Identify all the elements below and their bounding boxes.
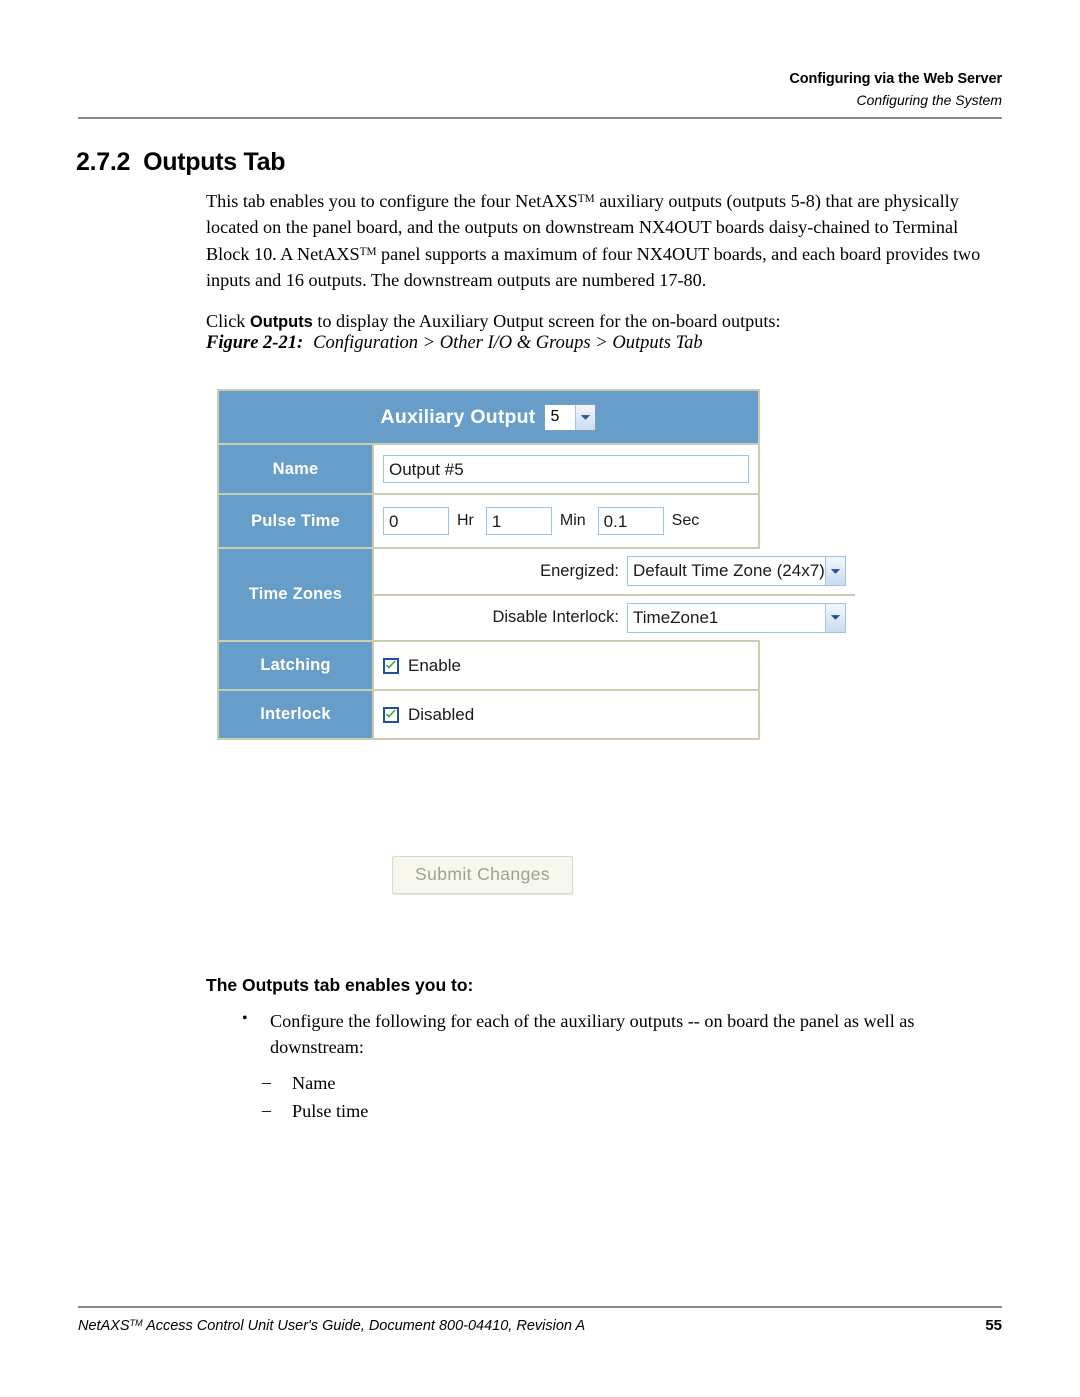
row-value-latching: Enable: [372, 642, 758, 689]
section-number: 2.7.2: [76, 148, 131, 176]
trademark-symbol: TM: [129, 1317, 143, 1328]
row-time-zones: Time Zones Energized: Default Time Zone …: [219, 547, 855, 640]
row-value-name: Output #5: [372, 445, 758, 493]
page-number: 55: [985, 1317, 1002, 1334]
lower-lead: The Outputs tab enables you to:: [206, 975, 474, 995]
row-pulse-time: Pulse Time 0 Hr 1 Min 0.1 Sec: [219, 493, 758, 547]
figure-screenshot: Auxiliary Output 5 Name Output #5 Pulse …: [217, 389, 855, 740]
latching-checkbox[interactable]: [383, 657, 399, 674]
pulse-minutes-unit: Min: [559, 512, 586, 529]
disable-interlock-select[interactable]: TimeZone1: [627, 602, 846, 633]
row-value-time-zones: Energized: Default Time Zone (24x7) Disa…: [372, 549, 855, 640]
disable-interlock-value: TimeZone1: [633, 607, 719, 627]
latching-checkbox-label: Enable: [408, 655, 461, 675]
energized-select[interactable]: Default Time Zone (24x7): [627, 556, 846, 587]
bullet-list: Configure the following for each of the …: [206, 1007, 1006, 1061]
body-text: This tab enables you to configure the fo…: [206, 188, 1006, 334]
disable-interlock-row: Disable Interlock: TimeZone1: [374, 593, 855, 641]
chevron-down-icon: [824, 557, 845, 586]
output-name-input[interactable]: Output #5: [383, 455, 749, 483]
output-number-value: 5: [550, 408, 560, 425]
page-title: 2.7.2 Outputs Tab: [76, 148, 285, 177]
trademark-symbol: TM: [359, 245, 377, 258]
pulse-hours-input[interactable]: 0: [383, 507, 449, 535]
pulse-seconds-unit: Sec: [671, 512, 700, 529]
outputs-emphasis: Outputs: [249, 312, 313, 331]
footer-text: NetAXSTM Access Control Unit User's Guid…: [78, 1318, 585, 1334]
pulse-minutes-input[interactable]: 1: [485, 507, 552, 535]
pulse-hours-unit: Hr: [457, 512, 474, 529]
submit-changes-wrapper: Submit Changes: [392, 856, 573, 894]
paragraph-click-outputs: Click Outputs to display the Auxiliary O…: [206, 308, 1006, 335]
list-item: Name: [258, 1069, 1006, 1097]
running-header: Configuring via the Web Server Configuri…: [789, 70, 1002, 109]
header-rule: [78, 117, 1002, 119]
dash-list: Name Pulse time: [206, 1069, 1006, 1125]
submit-changes-button[interactable]: Submit Changes: [392, 856, 573, 894]
footer-rule: [78, 1306, 1002, 1308]
document-page: Configuring via the Web Server Configuri…: [0, 0, 1080, 1397]
running-header-title: Configuring via the Web Server: [789, 71, 1002, 87]
figure-caption-text: Configuration > Other I/O & Groups > Out…: [313, 333, 703, 353]
row-label-time-zones: Time Zones: [219, 549, 372, 640]
row-name: Name Output #5: [219, 443, 758, 493]
panel-title: Auxiliary Output: [380, 405, 536, 428]
row-label-name: Name: [219, 445, 372, 493]
paragraph-intro: This tab enables you to configure the fo…: [206, 188, 1006, 294]
chevron-down-icon: [824, 603, 845, 632]
list-item: Pulse time: [258, 1097, 1006, 1125]
list-item: Configure the following for each of the …: [234, 1007, 1006, 1061]
figure-caption: Figure 2-21: Configuration > Other I/O & …: [206, 333, 703, 354]
footer-text-part1: NetAXS: [78, 1318, 130, 1334]
pulse-seconds-input[interactable]: 0.1: [597, 507, 664, 535]
row-latching: Latching Enable: [219, 640, 758, 689]
row-value-interlock: Disabled: [372, 691, 758, 738]
row-label-pulse-time: Pulse Time: [219, 495, 372, 547]
energized-row: Energized: Default Time Zone (24x7): [374, 549, 855, 594]
row-interlock: Interlock Disabled: [219, 689, 758, 738]
trademark-symbol: TM: [577, 192, 595, 205]
figure-number: Figure 2-21:: [206, 333, 304, 353]
interlock-checkbox-label: Disabled: [408, 704, 475, 724]
section-title: Outputs Tab: [143, 148, 286, 176]
row-label-interlock: Interlock: [219, 691, 372, 738]
lower-text: The Outputs tab enables you to: Configur…: [206, 975, 1006, 1125]
paragraph-intro-part1: This tab enables you to configure the fo…: [206, 191, 578, 211]
click-text-suffix: to display the Auxiliary Output screen f…: [312, 310, 781, 331]
footer-text-part2: Access Control Unit User's Guide, Docume…: [142, 1318, 586, 1334]
energized-value: Default Time Zone (24x7): [633, 561, 825, 581]
disable-interlock-label: Disable Interlock:: [492, 608, 619, 627]
row-value-pulse-time: 0 Hr 1 Min 0.1 Sec: [372, 495, 758, 547]
click-text-prefix: Click: [206, 310, 250, 331]
auxiliary-output-panel: Auxiliary Output 5 Name Output #5 Pulse …: [217, 389, 855, 740]
chevron-down-icon: [575, 404, 596, 430]
running-header-subtitle: Configuring the System: [856, 91, 1002, 108]
row-label-latching: Latching: [219, 642, 372, 689]
panel-header: Auxiliary Output 5: [219, 391, 758, 443]
interlock-checkbox[interactable]: [383, 706, 399, 723]
panel-header-row: Auxiliary Output 5: [219, 391, 758, 443]
page-footer: NetAXSTM Access Control Unit User's Guid…: [78, 1317, 1002, 1334]
output-number-select[interactable]: 5: [544, 403, 597, 431]
energized-label: Energized:: [540, 561, 619, 580]
